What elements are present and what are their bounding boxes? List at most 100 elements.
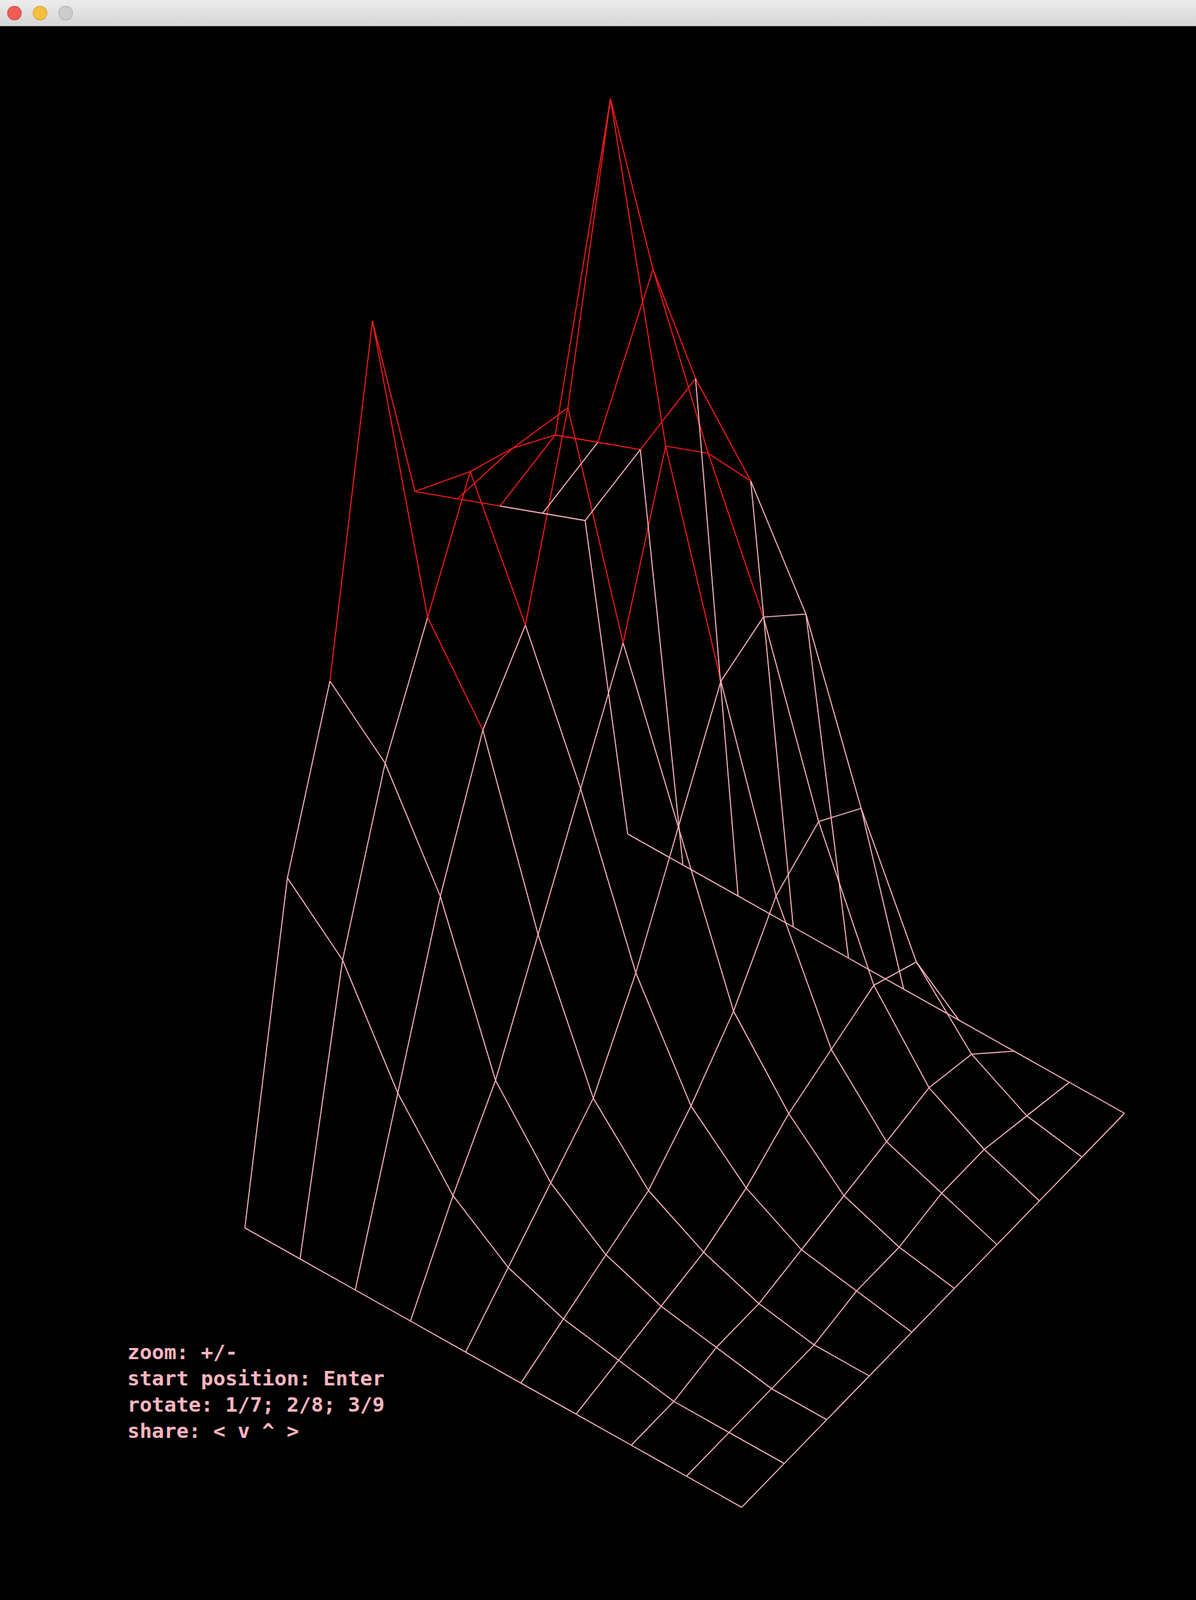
zoom-button	[58, 5, 73, 21]
surface-edge	[775, 821, 819, 897]
surface-edge	[452, 1196, 509, 1269]
surface-edge	[287, 878, 343, 961]
surface-edge	[818, 821, 874, 986]
surface-edge	[610, 98, 666, 446]
surface-edge	[342, 763, 386, 961]
surface-edge	[385, 617, 428, 764]
surface-edge	[636, 972, 692, 1107]
surface-edge	[440, 729, 484, 897]
surface-edge	[483, 624, 526, 730]
surface-edge	[555, 435, 598, 443]
surface-edge	[661, 1306, 717, 1348]
surface-edge	[741, 1463, 785, 1508]
surface-edge	[801, 1196, 845, 1250]
surface-edge	[784, 1419, 828, 1464]
surface-view[interactable]: zoom: +/-start position: Enterrotate: 1/…	[0, 26, 1196, 1600]
surface-edge	[771, 1345, 814, 1389]
surface-edge	[959, 1020, 1015, 1052]
surface-edge	[465, 1352, 521, 1384]
surface-edge	[330, 681, 386, 764]
surface-edge	[640, 378, 696, 450]
surface-edge	[678, 827, 734, 1012]
surface-edge	[916, 962, 972, 1055]
help-line: zoom: +/-	[127, 1339, 385, 1366]
surface-edge	[746, 1113, 790, 1189]
surface-edge	[542, 442, 598, 514]
surface-edge	[737, 896, 793, 927]
surface-edge	[665, 446, 721, 682]
surface-edge	[631, 1401, 675, 1446]
surface-edge	[508, 1267, 564, 1319]
help-line: share: < v ^ >	[127, 1417, 385, 1445]
surface-edge	[469, 471, 526, 626]
surface-edge	[440, 896, 496, 1082]
surface-edge	[831, 985, 874, 1050]
surface-edge	[550, 1182, 606, 1256]
surface-edge	[567, 98, 611, 408]
surface-edge	[941, 1149, 985, 1194]
surface-edge	[593, 972, 637, 1099]
surface-edge	[576, 1360, 620, 1415]
wireframe-surface[interactable]	[0, 26, 1196, 1600]
surface-edge	[525, 624, 581, 789]
surface-edge	[538, 934, 594, 1099]
surface-edge	[605, 1190, 649, 1256]
surface-edge	[584, 449, 641, 521]
surface-edge	[729, 1388, 772, 1433]
surface-edge	[538, 789, 581, 935]
surface-edge	[793, 927, 849, 959]
surface-edge	[244, 1228, 300, 1260]
surface-edge	[928, 1087, 984, 1150]
surface-edge	[708, 453, 751, 482]
surface-edge	[903, 989, 960, 1021]
surface-edge	[512, 407, 568, 449]
surface-edge	[971, 1051, 1015, 1055]
surface-edge	[452, 1080, 496, 1196]
surface-edge	[674, 1401, 730, 1433]
surface-edge	[911, 1288, 955, 1333]
surface-edge	[563, 1319, 619, 1361]
surface-edge	[495, 934, 539, 1081]
surface-edge	[580, 643, 624, 790]
help-text: zoom: +/-start position: Enterrotate: 1/…	[127, 1339, 385, 1445]
surface-edge	[372, 320, 415, 492]
surface-edge	[593, 1098, 649, 1192]
close-button[interactable]	[7, 5, 22, 21]
surface-edge	[372, 320, 428, 618]
surface-edge	[605, 1255, 662, 1307]
surface-edge	[342, 960, 398, 1094]
surface-edge	[708, 453, 764, 618]
app-window: zoom: +/-start position: Enterrotate: 1/…	[0, 0, 1196, 1600]
surface-edge	[1081, 1113, 1125, 1158]
surface-edge	[720, 617, 764, 682]
surface-edge	[686, 1476, 742, 1508]
surface-edge	[813, 1291, 857, 1346]
surface-edge	[427, 617, 484, 731]
minimize-button[interactable]	[32, 5, 48, 21]
surface-edge	[622, 446, 666, 644]
help-line: start position: Enter	[127, 1365, 385, 1392]
surface-edge	[856, 1291, 912, 1333]
surface-edge	[1039, 1157, 1083, 1202]
surface-edge	[686, 1432, 730, 1477]
surface-edge	[954, 1245, 998, 1290]
surface-edge	[844, 1196, 900, 1248]
surface-edge	[648, 1106, 692, 1191]
surface-edge	[861, 808, 904, 990]
surface-edge	[703, 1188, 747, 1253]
surface-edge	[1026, 1115, 1082, 1158]
surface-edge	[771, 1388, 827, 1420]
surface-edge	[410, 1321, 466, 1353]
surface-edge	[695, 378, 751, 482]
surface-edge	[869, 1332, 912, 1377]
surface-edge	[775, 896, 832, 1050]
surface-edge	[299, 960, 343, 1260]
surface-edge	[598, 269, 654, 443]
surface-edge	[691, 1011, 734, 1107]
surface-edge	[856, 1247, 900, 1292]
surface-edge	[631, 1445, 687, 1477]
surface-edge	[941, 1193, 998, 1245]
surface-edge	[818, 808, 862, 822]
surface-edge	[397, 1093, 453, 1196]
surface-edge	[627, 834, 683, 866]
